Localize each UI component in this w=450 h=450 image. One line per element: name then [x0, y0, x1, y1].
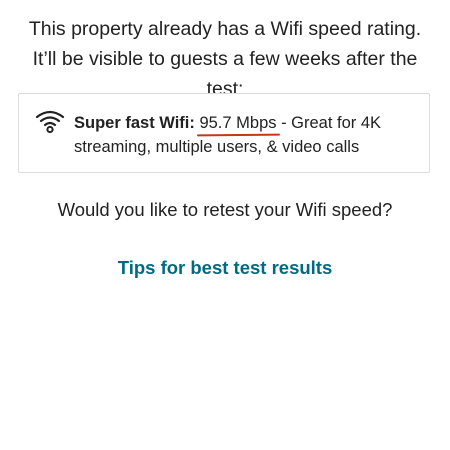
intro-text: This property already has a Wifi speed r…	[28, 18, 422, 100]
retest-question: Would you like to retest your Wifi speed…	[57, 199, 393, 220]
rating-label: Super fast Wifi:	[74, 114, 195, 132]
tips-link[interactable]: Tips for best test results	[18, 254, 432, 282]
speed-value: 95.7 Mbps	[197, 111, 281, 137]
speed-value-text: 95.7 Mbps	[199, 114, 277, 132]
wifi-rating-card: Super fast Wifi: 95.7 Mbps - Great for 4…	[18, 93, 430, 173]
speed-underline	[197, 133, 281, 137]
wifi-icon	[35, 108, 65, 134]
wifi-rating-text: Super fast Wifi: 95.7 Mbps - Great for 4…	[74, 111, 419, 159]
